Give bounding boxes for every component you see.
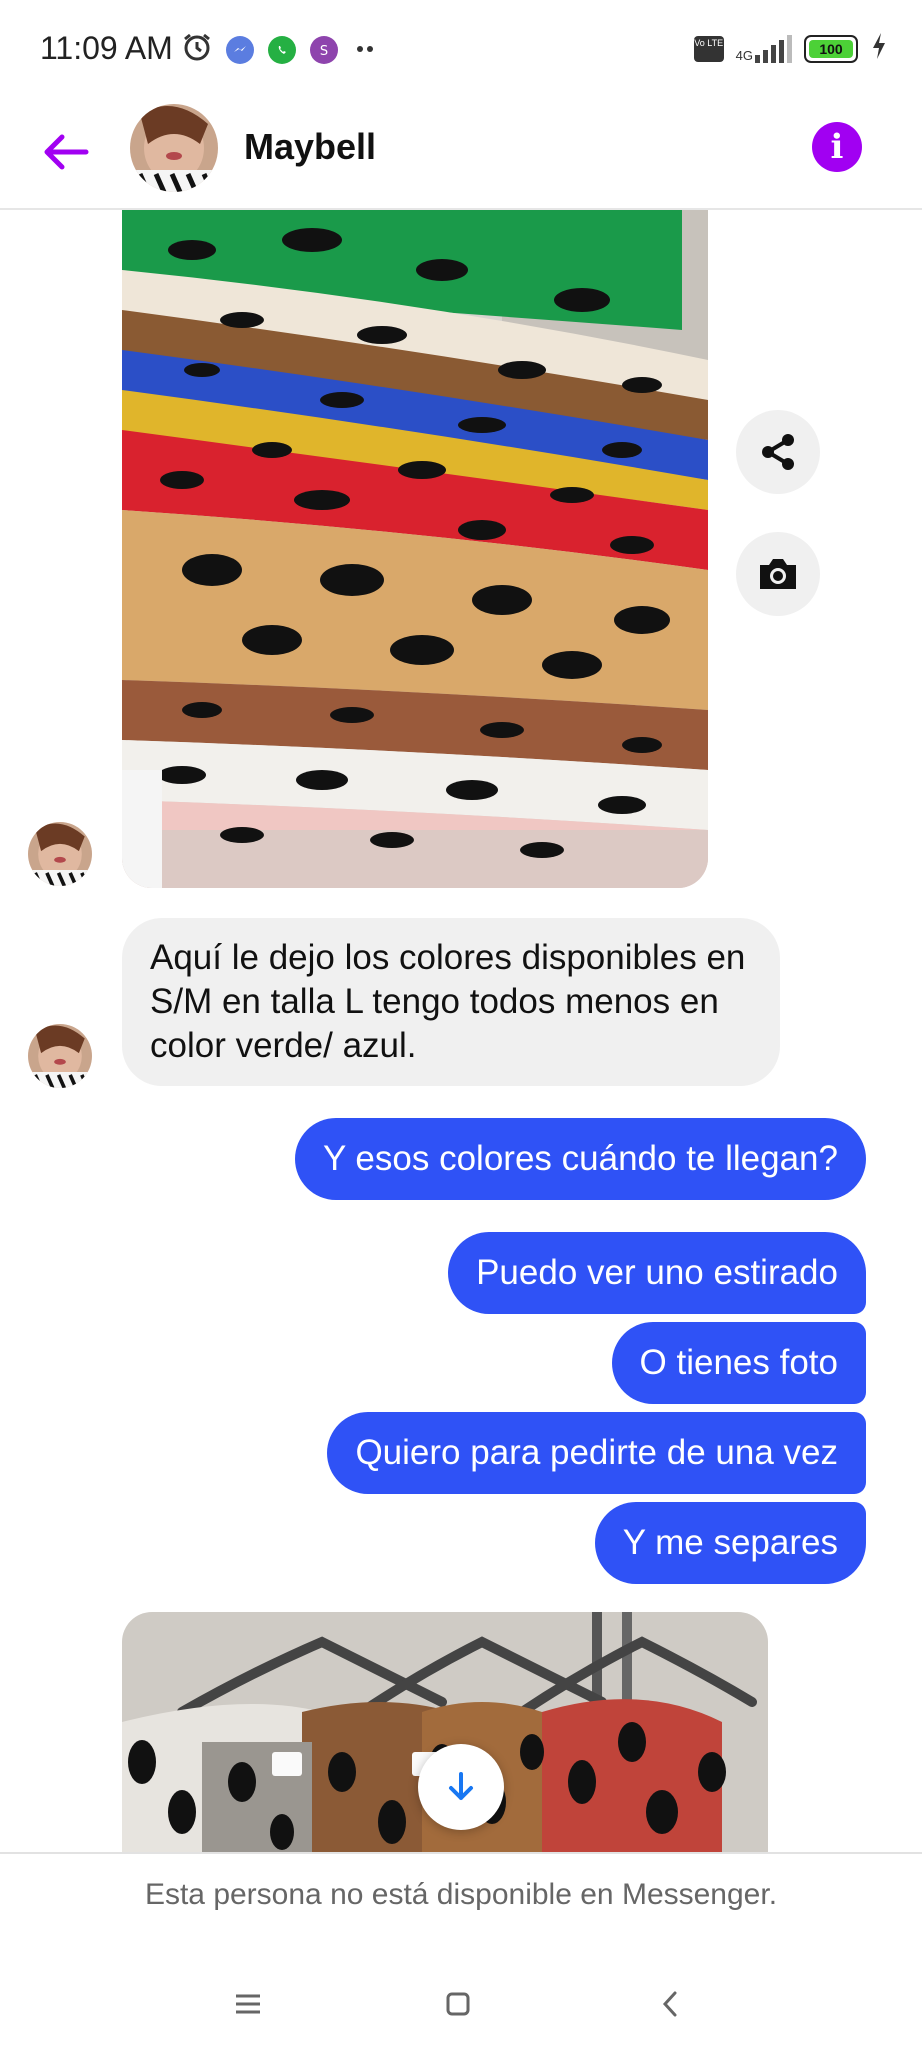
share-button[interactable] — [736, 410, 820, 494]
home-nav-button[interactable] — [428, 1974, 488, 2034]
arrow-left-icon — [44, 134, 89, 170]
message-outgoing[interactable]: Y me separes — [594, 1502, 866, 1584]
battery-icon: 100 — [804, 34, 858, 63]
message-outgoing[interactable]: O tienes foto — [611, 1322, 866, 1404]
message-outgoing[interactable]: Puedo ver uno estirado — [448, 1232, 866, 1314]
message-text: O tienes foto — [639, 1343, 838, 1382]
share-icon — [762, 434, 794, 470]
signal-icon — [755, 34, 792, 63]
contact-avatar-small[interactable] — [28, 1024, 92, 1088]
alarm-icon — [182, 32, 212, 67]
menu-icon — [236, 1994, 260, 2014]
message-outgoing[interactable]: Y esos colores cuándo te llegan? — [295, 1118, 866, 1200]
notification-icons: S — [182, 32, 378, 67]
status-bar: 11:09 AM S Vo LTE 4G 100 — [0, 0, 922, 96]
arrow-down-icon — [449, 1772, 473, 1800]
sweaters-photo — [122, 210, 708, 888]
network-type: 4G — [735, 47, 753, 63]
scroll-to-bottom-button[interactable] — [418, 1744, 504, 1830]
message-outgoing[interactable]: Quiero para pedirte de una vez — [327, 1412, 866, 1494]
svg-text:S: S — [320, 44, 328, 58]
volte-icon: Vo LTE — [693, 35, 724, 62]
battery-level: 100 — [819, 40, 843, 57]
composer-footer: Esta persona no está disponible en Messe… — [0, 1852, 922, 2048]
message-incoming[interactable]: Aquí le dejo los colores disponibles en … — [122, 918, 780, 1086]
message-text: Y me separes — [622, 1523, 838, 1562]
message-text: Quiero para pedirte de una vez — [355, 1433, 838, 1472]
back-nav-button[interactable] — [640, 1974, 700, 2034]
contact-avatar-small[interactable] — [28, 822, 92, 886]
message-text: Puedo ver uno estirado — [476, 1253, 838, 1292]
status-right: Vo LTE 4G 100 — [693, 32, 888, 65]
info-icon: i — [830, 127, 844, 167]
message-image-sweaters[interactable] — [122, 210, 708, 888]
home-square-icon — [446, 1992, 470, 2016]
app-icon: S — [310, 35, 338, 64]
camera-icon — [760, 559, 796, 589]
charging-icon — [870, 32, 888, 65]
message-text: Y esos colores cuándo te llegan? — [323, 1139, 838, 1178]
status-time: 11:09 AM — [40, 30, 173, 66]
contact-avatar[interactable] — [130, 104, 218, 192]
back-button[interactable] — [38, 124, 94, 180]
camera-button[interactable] — [736, 532, 820, 616]
messenger-icon — [226, 35, 254, 64]
chevron-left-icon — [662, 1991, 677, 2017]
chat-header: Maybell i — [0, 96, 922, 210]
menu-nav-button[interactable] — [218, 1974, 278, 2034]
message-text: Aquí le dejo los colores disponibles en … — [150, 938, 746, 1065]
contact-name[interactable]: Maybell — [244, 126, 376, 168]
unavailable-notice: Esta persona no está disponible en Messe… — [144, 1878, 778, 1911]
more-dots-icon — [352, 41, 378, 59]
system-nav-bar — [0, 1974, 922, 2034]
whatsapp-icon — [268, 35, 296, 64]
info-button[interactable]: i — [812, 122, 862, 172]
